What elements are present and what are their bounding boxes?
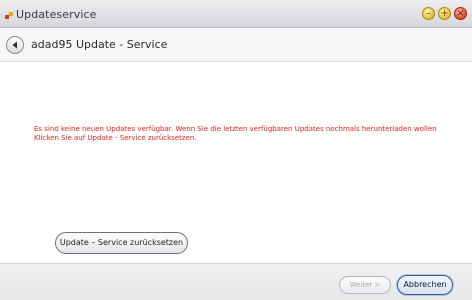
maximize-icon: + <box>440 8 449 19</box>
maximize-button[interactable]: + <box>438 7 451 20</box>
status-message: Es sind keine neuen Updates verfügbar. W… <box>34 125 437 142</box>
cancel-button[interactable]: Abbrechen <box>397 275 453 295</box>
navigation-bar: adad95 Update - Service <box>0 28 472 62</box>
window-title: Updateservice <box>16 8 97 21</box>
next-button[interactable]: Weiter > <box>339 276 391 294</box>
back-arrow-icon <box>12 41 17 49</box>
content-area: Es sind keine neuen Updates verfügbar. W… <box>0 62 472 258</box>
button-bar: Weiter > Abbrechen <box>0 263 472 300</box>
title-bar[interactable]: Updateservice – + × <box>0 0 472 28</box>
close-button[interactable]: × <box>454 7 467 20</box>
back-button[interactable] <box>6 36 24 54</box>
minimize-icon: – <box>426 8 431 19</box>
page-title: adad95 Update - Service <box>31 38 168 51</box>
updateservice-window: Updateservice – + × adad95 Update - Serv… <box>0 0 472 300</box>
minimize-button[interactable]: – <box>422 7 435 20</box>
app-icon <box>5 12 14 20</box>
close-icon: × <box>456 8 465 19</box>
reset-update-service-button[interactable]: Update – Service zurücksetzen <box>55 232 188 254</box>
